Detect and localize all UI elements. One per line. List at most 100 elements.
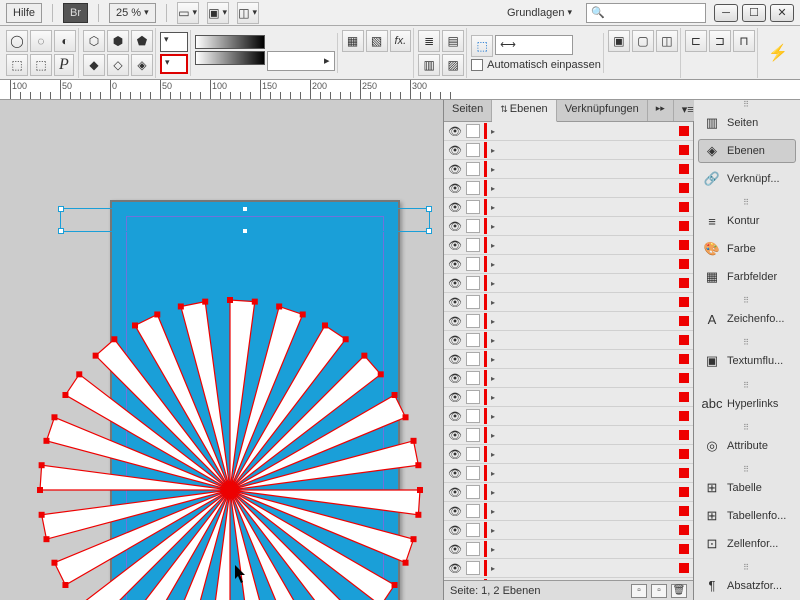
disclosure-triangle-icon[interactable]: ▸	[491, 260, 499, 269]
disclosure-triangle-icon[interactable]: ▸	[491, 469, 499, 478]
selection-indicator[interactable]	[679, 544, 689, 554]
visibility-toggle-icon[interactable]: 👁	[448, 238, 462, 252]
view-options-button[interactable]: ▭	[177, 2, 199, 24]
help-menu[interactable]: Hilfe	[6, 3, 42, 23]
lock-toggle[interactable]	[466, 523, 480, 537]
lock-toggle[interactable]	[466, 352, 480, 366]
layer-row[interactable]: 👁▸	[444, 559, 693, 578]
disclosure-triangle-icon[interactable]: ▸	[491, 526, 499, 535]
fx-button[interactable]: fx.	[390, 30, 412, 52]
maximize-button[interactable]: ☐	[742, 4, 766, 22]
layer-row[interactable]: 👁▸	[444, 122, 693, 141]
lock-toggle[interactable]	[466, 428, 480, 442]
text-wrap-icon[interactable]: ≣	[418, 30, 440, 52]
lock-toggle[interactable]	[466, 333, 480, 347]
tool-icon[interactable]: ⬚	[6, 54, 28, 76]
selection-indicator[interactable]	[679, 449, 689, 459]
disclosure-triangle-icon[interactable]: ▸	[491, 488, 499, 497]
lock-toggle[interactable]	[466, 200, 480, 214]
dock-item-kontur[interactable]: ≡Kontur	[694, 207, 800, 235]
lock-toggle[interactable]	[466, 371, 480, 385]
layer-row[interactable]: 👁▸	[444, 483, 693, 502]
disclosure-triangle-icon[interactable]: ▸	[491, 336, 499, 345]
layer-row[interactable]: 👁▸	[444, 217, 693, 236]
search-input[interactable]	[605, 7, 695, 19]
lock-toggle[interactable]	[466, 447, 480, 461]
layer-row[interactable]: 👁▸	[444, 521, 693, 540]
tint-slider[interactable]	[195, 51, 265, 65]
close-button[interactable]: ✕	[770, 4, 794, 22]
dock-grip[interactable]: ⠿	[694, 338, 800, 347]
lock-toggle[interactable]	[466, 485, 480, 499]
dock-grip[interactable]: ⠿	[694, 198, 800, 207]
visibility-toggle-icon[interactable]: 👁	[448, 447, 462, 461]
text-wrap-icon[interactable]: ▨	[442, 54, 464, 76]
lock-toggle[interactable]	[466, 257, 480, 271]
layer-row[interactable]: 👁▸	[444, 464, 693, 483]
quick-apply-icon[interactable]: ⚡	[760, 43, 796, 63]
layer-row[interactable]: 👁▸	[444, 293, 693, 312]
layer-row[interactable]: 👁▸	[444, 160, 693, 179]
visibility-toggle-icon[interactable]: 👁	[448, 200, 462, 214]
visibility-toggle-icon[interactable]: 👁	[448, 333, 462, 347]
selection-indicator[interactable]	[679, 240, 689, 250]
visibility-toggle-icon[interactable]: 👁	[448, 276, 462, 290]
disclosure-triangle-icon[interactable]: ▸	[491, 127, 499, 136]
dock-item-absatzfor-[interactable]: ¶Absatzfor...	[694, 572, 800, 600]
minimize-button[interactable]: ─	[714, 4, 738, 22]
lock-toggle[interactable]	[466, 181, 480, 195]
frame-fit-icon[interactable]: ⬚	[471, 35, 493, 57]
visibility-toggle-icon[interactable]: 👁	[448, 295, 462, 309]
tab-layers[interactable]: ⇅Ebenen	[492, 100, 556, 122]
selection-indicator[interactable]	[679, 392, 689, 402]
selection-indicator[interactable]	[679, 145, 689, 155]
selection-indicator[interactable]	[679, 487, 689, 497]
pathfinder-icon[interactable]: ⬡	[83, 30, 105, 52]
selection-indicator[interactable]	[679, 506, 689, 516]
dock-item-hyperlinks[interactable]: abcHyperlinks	[694, 390, 800, 418]
layer-row[interactable]: 👁▸	[444, 426, 693, 445]
align-icon[interactable]: ⊐	[709, 30, 731, 52]
opacity-field[interactable]: 100 %▸	[267, 51, 335, 71]
selection-indicator[interactable]	[679, 297, 689, 307]
disclosure-triangle-icon[interactable]: ▸	[491, 450, 499, 459]
layer-row[interactable]: 👁▸	[444, 350, 693, 369]
visibility-toggle-icon[interactable]: 👁	[448, 314, 462, 328]
disclosure-triangle-icon[interactable]: ▸	[491, 222, 499, 231]
selection-indicator[interactable]	[679, 221, 689, 231]
align-icon[interactable]: ⊏	[685, 30, 707, 52]
layer-row[interactable]: 👁▸	[444, 331, 693, 350]
disclosure-triangle-icon[interactable]: ▸	[491, 393, 499, 402]
layer-row[interactable]: 👁▸	[444, 502, 693, 521]
layer-row[interactable]: 👁▸	[444, 388, 693, 407]
fit-icon[interactable]: ▣	[608, 30, 630, 52]
autofit-checkbox[interactable]: Automatisch einpassen	[471, 59, 601, 71]
text-wrap-icon[interactable]: ▤	[442, 30, 464, 52]
visibility-toggle-icon[interactable]: 👁	[448, 561, 462, 575]
visibility-toggle-icon[interactable]: 👁	[448, 162, 462, 176]
layer-row[interactable]: 👁▸	[444, 198, 693, 217]
dock-item-farbfelder[interactable]: ▦Farbfelder	[694, 263, 800, 291]
visibility-toggle-icon[interactable]: 👁	[448, 124, 462, 138]
visibility-toggle-icon[interactable]: 👁	[448, 523, 462, 537]
effects-icon[interactable]: ▦	[342, 30, 364, 52]
disclosure-triangle-icon[interactable]: ▸	[491, 203, 499, 212]
selection-indicator[interactable]	[679, 430, 689, 440]
visibility-toggle-icon[interactable]: 👁	[448, 257, 462, 271]
tool-icon[interactable]: ◌	[30, 30, 52, 52]
bridge-button[interactable]: Br	[63, 3, 88, 23]
layer-row[interactable]: 👁▸	[444, 407, 693, 426]
selection-indicator[interactable]	[679, 259, 689, 269]
new-layer-icon[interactable]: ▫	[651, 584, 667, 598]
selection-indicator[interactable]	[679, 126, 689, 136]
layer-row[interactable]: 👁▸	[444, 540, 693, 559]
lock-toggle[interactable]	[466, 276, 480, 290]
selection-indicator[interactable]	[679, 525, 689, 535]
visibility-toggle-icon[interactable]: 👁	[448, 466, 462, 480]
disclosure-triangle-icon[interactable]: ▸	[491, 279, 499, 288]
layer-row[interactable]: 👁▸	[444, 141, 693, 160]
selection-indicator[interactable]	[679, 278, 689, 288]
dock-grip[interactable]: ⠿	[694, 563, 800, 572]
effects-icon[interactable]: ▧	[366, 30, 388, 52]
screen-mode-button[interactable]: ▣	[207, 2, 229, 24]
